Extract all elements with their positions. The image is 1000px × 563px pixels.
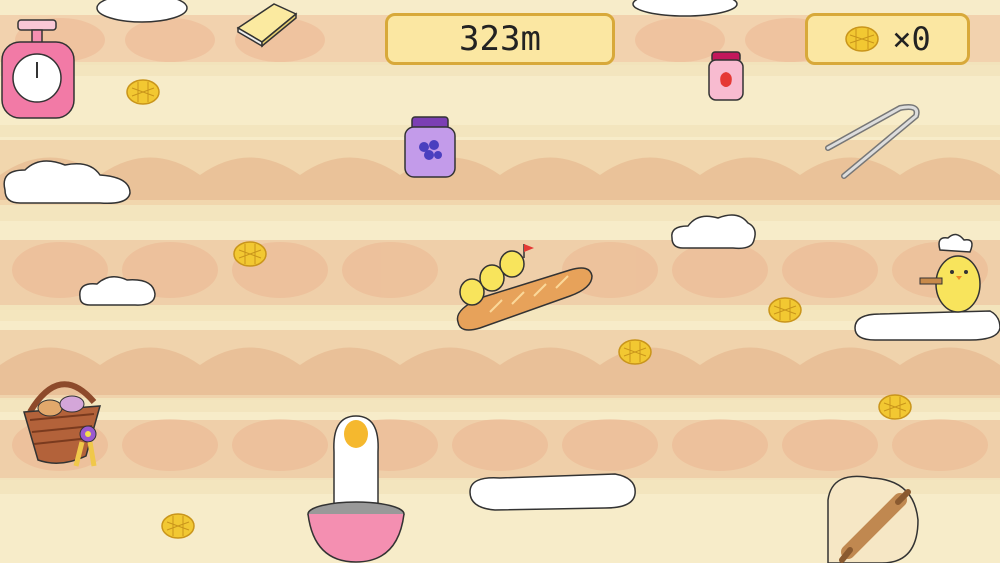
game-stage[interactable]: 323m ×0 — [0, 0, 1000, 563]
melon-pan-icon — [233, 241, 267, 267]
kitchen-scale-icon — [1, 19, 75, 119]
melon-pan-icon — [618, 339, 652, 365]
chick-riders-on-baguette[interactable] — [450, 240, 600, 335]
cloud-platform — [3, 160, 131, 205]
cloud-platform — [96, 0, 188, 23]
rolling-pin-icon — [827, 475, 919, 563]
strawberry-jam-icon — [708, 51, 744, 101]
cloud-platform — [79, 276, 156, 306]
cloud-platform — [632, 0, 738, 17]
cloud-platform — [469, 473, 636, 511]
melon-pan-icon — [845, 26, 879, 52]
chef-chick — [919, 233, 981, 313]
coin-count: ×0 — [892, 20, 931, 58]
distance-value: 323m — [459, 19, 541, 59]
bread-basket-icon — [23, 381, 102, 467]
melon-pan-icon — [126, 79, 160, 105]
cloud-platform — [671, 214, 756, 250]
melon-pan-icon — [161, 513, 195, 539]
coin-counter: ×0 — [805, 13, 970, 65]
distance-counter: 323m — [385, 13, 615, 65]
butter-icon — [236, 3, 298, 48]
melon-pan-icon — [768, 297, 802, 323]
tongs-icon — [825, 104, 920, 179]
melon-pan-icon — [878, 394, 912, 420]
mixing-bowl-icon — [307, 415, 405, 563]
blueberry-jam-icon — [404, 116, 456, 178]
